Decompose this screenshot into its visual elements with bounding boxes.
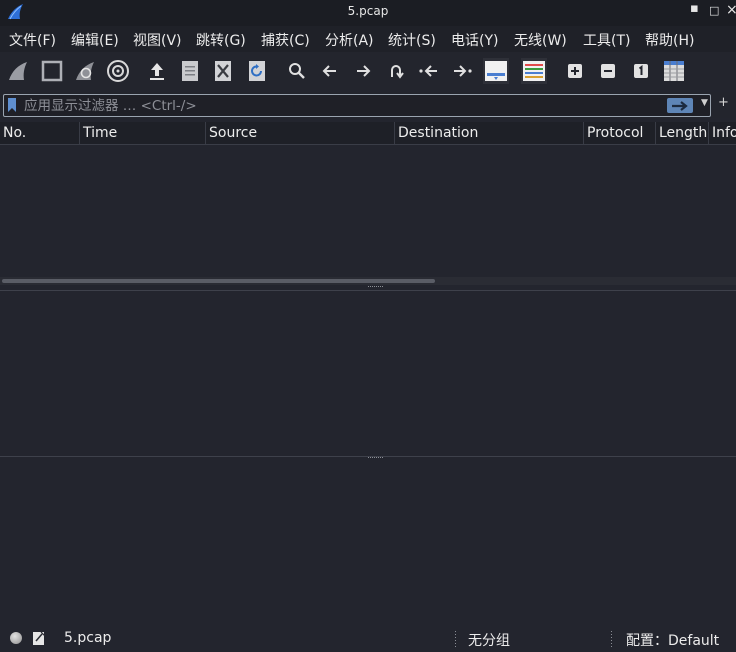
go-forward-button[interactable] [349, 57, 377, 85]
menu-analyze[interactable]: 分析(A) [325, 30, 374, 50]
last-packet-button[interactable] [448, 57, 476, 85]
menu-wireless[interactable]: 无线(W) [514, 30, 567, 50]
packet-list-hscroll-thumb[interactable] [2, 279, 435, 283]
column-header-protocol[interactable]: Protocol [584, 122, 656, 144]
menu-statistics[interactable]: 统计(S) [388, 30, 436, 50]
shark-fin-icon [9, 62, 27, 80]
display-filter-input[interactable] [24, 95, 664, 116]
resize-columns-button[interactable] [660, 57, 688, 85]
column-header-length[interactable]: Length [656, 122, 709, 144]
reload-file-button[interactable] [243, 57, 271, 85]
first-packet-icon [419, 65, 437, 77]
jump-arrow-icon [391, 65, 404, 79]
normal-size-button[interactable] [627, 57, 655, 85]
packet-bytes-pane[interactable] [0, 462, 736, 622]
zoom-in-icon [568, 64, 582, 78]
gear-icon [107, 60, 129, 82]
close-file-button[interactable] [209, 57, 237, 85]
column-header-source[interactable]: Source [206, 122, 395, 144]
filter-history-dropdown-icon[interactable]: ▼ [701, 98, 708, 108]
add-filter-button[interactable]: + [718, 95, 729, 110]
menu-telephony[interactable]: 电话(Y) [451, 30, 498, 50]
arrow-left-icon [322, 65, 336, 77]
main-toolbar [0, 52, 736, 90]
display-filter-box: ▼ [3, 94, 711, 117]
colorize-lines-icon [521, 58, 547, 84]
maximize-button[interactable]: □ [709, 4, 719, 18]
reload-document-icon [249, 61, 265, 81]
status-separator [455, 631, 456, 647]
start-capture-button[interactable] [4, 57, 32, 85]
normal-size-icon [634, 64, 648, 78]
close-button[interactable]: × [726, 3, 736, 17]
go-to-packet-button[interactable] [382, 57, 410, 85]
column-header-no[interactable]: No. [0, 122, 80, 144]
display-filter-bar: ▼ [0, 92, 736, 118]
auto-scroll-icon [483, 58, 509, 84]
packet-details-pane[interactable] [0, 292, 736, 454]
status-packet-group: 无分组 [468, 633, 510, 649]
title-bar: 5.pcap ▪ □ × [0, 0, 736, 26]
last-packet-icon [454, 65, 472, 77]
capture-options-button[interactable] [104, 57, 132, 85]
menu-help[interactable]: 帮助(H) [645, 30, 694, 50]
window-title: 5.pcap [347, 4, 389, 18]
menu-file[interactable]: 文件(F) [9, 30, 56, 50]
restart-capture-button[interactable] [71, 57, 99, 85]
splitter-handle[interactable] [368, 286, 384, 289]
upload-arrow-icon [150, 63, 164, 80]
column-header-time[interactable]: Time [80, 122, 206, 144]
document-icon [182, 61, 198, 81]
menu-edit[interactable]: 编辑(E) [71, 30, 119, 50]
arrow-right-icon [672, 100, 688, 111]
bookmark-icon[interactable] [8, 98, 16, 112]
menu-tools[interactable]: 工具(T) [583, 30, 630, 50]
menu-go[interactable]: 跳转(G) [196, 30, 246, 50]
pane-divider [0, 290, 736, 291]
status-separator [611, 631, 612, 647]
colorize-button[interactable] [519, 57, 549, 85]
save-file-button[interactable] [176, 57, 204, 85]
expert-info-led-icon[interactable] [10, 632, 22, 644]
go-back-button[interactable] [316, 57, 344, 85]
zoom-in-button[interactable] [561, 57, 589, 85]
stop-square-icon [41, 60, 63, 82]
column-header-destination[interactable]: Destination [395, 122, 584, 144]
splitter-handle[interactable] [368, 457, 384, 460]
packet-list-pane[interactable] [0, 145, 736, 277]
capture-comment-icon[interactable] [32, 630, 46, 646]
status-bar: 5.pcap 无分组 配置：Default [0, 626, 736, 652]
zoom-out-button[interactable] [594, 57, 622, 85]
menu-capture[interactable]: 捕获(C) [261, 30, 310, 50]
first-packet-button[interactable] [415, 57, 443, 85]
auto-scroll-button[interactable] [481, 57, 511, 85]
status-profile[interactable]: 配置：Default [626, 630, 719, 650]
resize-columns-icon [664, 61, 684, 81]
menu-bar: 文件(F) 编辑(E) 视图(V) 跳转(G) 捕获(C) 分析(A) 统计(S… [0, 26, 736, 52]
minimize-button[interactable]: ▪ [690, 2, 699, 16]
stop-capture-button[interactable] [38, 57, 66, 85]
packet-list-header: No. Time Source Destination Protocol Len… [0, 122, 736, 145]
column-header-info[interactable]: Info [709, 122, 736, 144]
menu-view[interactable]: 视图(V) [133, 30, 182, 50]
open-file-button[interactable] [143, 57, 171, 85]
apply-filter-button[interactable] [667, 98, 693, 113]
search-icon [289, 63, 305, 79]
restart-fin-icon [76, 62, 94, 80]
close-document-icon [215, 61, 231, 81]
status-file-name: 5.pcap [64, 630, 112, 646]
zoom-out-icon [601, 64, 615, 78]
find-packet-button[interactable] [283, 57, 311, 85]
arrow-right-icon [357, 65, 371, 77]
